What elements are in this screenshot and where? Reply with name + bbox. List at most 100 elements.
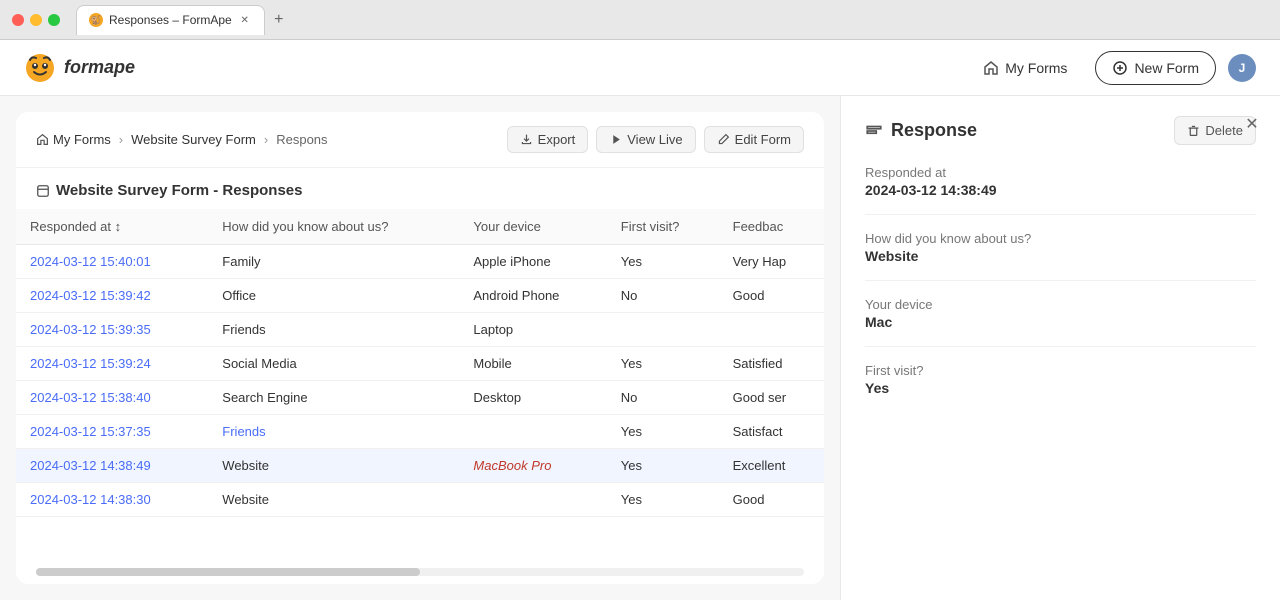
browser-tab[interactable]: 🐒 Responses – FormApe ✕	[76, 5, 265, 35]
view-live-icon	[609, 133, 622, 146]
first-visit-cell: Yes	[607, 347, 719, 381]
browser-chrome: 🐒 Responses – FormApe ✕ +	[0, 0, 1280, 40]
minimize-window-button[interactable]	[30, 14, 42, 26]
col-first-visit: First visit?	[607, 209, 719, 245]
export-icon	[520, 133, 533, 146]
new-tab-button[interactable]: +	[269, 10, 289, 30]
date-cell-link[interactable]: 2024-03-12 15:39:24	[30, 356, 151, 371]
date-cell-link[interactable]: 2024-03-12 15:38:40	[30, 390, 151, 405]
breadcrumb-bar: My Forms › Website Survey Form › Respons	[16, 112, 824, 168]
source-cell: Website	[208, 449, 459, 483]
table-row[interactable]: 2024-03-12 15:39:42OfficeAndroid PhoneNo…	[16, 279, 824, 313]
device-cell: Mobile	[459, 347, 606, 381]
divider-1	[865, 214, 1256, 215]
breadcrumb-sep-2: ›	[264, 132, 268, 147]
app: formape My Forms New Form J	[0, 40, 1280, 600]
device-value: Mac	[865, 314, 1256, 330]
source-cell: Social Media	[208, 347, 459, 381]
feedback-cell: Satisfact	[719, 415, 824, 449]
first-visit-field: First visit? Yes	[865, 363, 1256, 396]
date-cell-link[interactable]: 2024-03-12 15:39:42	[30, 288, 151, 303]
device-field: Your device Mac	[865, 297, 1256, 330]
breadcrumb-home-link[interactable]: My Forms	[36, 132, 111, 147]
device-cell: Laptop	[459, 313, 606, 347]
col-feedback: Feedbac	[719, 209, 824, 245]
left-panel: My Forms › Website Survey Form › Respons	[0, 96, 840, 600]
table-row[interactable]: 2024-03-12 14:38:30WebsiteYesGood	[16, 483, 824, 517]
first-visit-cell: No	[607, 279, 719, 313]
horizontal-scrollbar[interactable]	[36, 568, 804, 576]
feedback-cell: Good ser	[719, 381, 824, 415]
logo[interactable]: formape	[24, 52, 135, 84]
source-cell: Office	[208, 279, 459, 313]
table-row[interactable]: 2024-03-12 15:38:40 Search EngineDesktopN…	[16, 381, 824, 415]
breadcrumb-home-icon	[36, 133, 49, 146]
device-cell: Desktop	[459, 381, 606, 415]
main-content: My Forms › Website Survey Form › Respons	[0, 96, 1280, 600]
device-cell	[459, 483, 606, 517]
device-cell: Apple iPhone	[459, 245, 606, 279]
breadcrumb-form-link[interactable]: Website Survey Form	[131, 132, 256, 147]
close-panel-button[interactable]: ✕	[1240, 112, 1264, 136]
col-source: How did you know about us?	[208, 209, 459, 245]
tab-bar: 🐒 Responses – FormApe ✕ +	[76, 5, 1268, 35]
how-field: How did you know about us? Website	[865, 231, 1256, 264]
maximize-window-button[interactable]	[48, 14, 60, 26]
new-form-button[interactable]: New Form	[1095, 51, 1216, 85]
table-row[interactable]: 2024-03-12 15:40:01FamilyApple iPhoneYes…	[16, 245, 824, 279]
responses-table-container[interactable]: Responded at ↕ How did you know about us…	[16, 209, 824, 560]
first-visit-cell	[607, 313, 719, 347]
my-forms-button[interactable]: My Forms	[967, 52, 1083, 84]
first-visit-cell: No	[607, 381, 719, 415]
first-visit-cell: Yes	[607, 483, 719, 517]
divider-3	[865, 346, 1256, 347]
responses-table: Responded at ↕ How did you know about us…	[16, 209, 824, 517]
view-live-button[interactable]: View Live	[596, 126, 695, 153]
traffic-lights	[12, 14, 60, 26]
first-visit-value: Yes	[865, 380, 1256, 396]
tab-close-button[interactable]: ✕	[238, 13, 252, 27]
content-card: My Forms › Website Survey Form › Respons	[16, 112, 824, 584]
date-cell-link[interactable]: 2024-03-12 15:37:35	[30, 424, 151, 439]
breadcrumb-sep-1: ›	[119, 132, 123, 147]
edit-icon	[717, 133, 730, 146]
logo-icon	[24, 52, 56, 84]
feedback-cell: Satisfied	[719, 347, 824, 381]
source-cell: Search Engine	[208, 381, 459, 415]
breadcrumb-current: Respons	[276, 132, 327, 147]
breadcrumb-actions: Export View Live Edit Form	[507, 126, 804, 153]
table-row[interactable]: 2024-03-12 15:37:35FriendsYesSatisfact	[16, 415, 824, 449]
tab-title: Responses – FormApe	[109, 13, 232, 27]
source-cell: Friends	[208, 313, 459, 347]
col-device: Your device	[459, 209, 606, 245]
response-panel-header: Response Delete	[865, 116, 1256, 145]
response-icon	[865, 122, 883, 140]
how-label: How did you know about us?	[865, 231, 1256, 246]
home-icon	[983, 60, 999, 76]
export-button[interactable]: Export	[507, 126, 589, 153]
scrollbar-thumb[interactable]	[36, 568, 420, 576]
table-row[interactable]: 2024-03-12 15:39:24 Social MediaMobileYes…	[16, 347, 824, 381]
divider-2	[865, 280, 1256, 281]
feedback-cell	[719, 313, 824, 347]
col-date: Responded at ↕	[16, 209, 208, 245]
table-row[interactable]: 2024-03-12 14:38:49WebsiteMacBook ProYes…	[16, 449, 824, 483]
date-cell-link[interactable]: 2024-03-12 15:39:35	[30, 322, 151, 337]
date-cell-link[interactable]: 2024-03-12 14:38:49	[30, 458, 151, 473]
logo-text: formape	[64, 57, 135, 78]
table-title: Website Survey Form - Responses	[16, 168, 824, 209]
feedback-cell: Good	[719, 483, 824, 517]
table-title-icon	[36, 184, 50, 198]
table-header-row: Responded at ↕ How did you know about us…	[16, 209, 824, 245]
table-row[interactable]: 2024-03-12 15:39:35 FriendsLaptop	[16, 313, 824, 347]
feedback-cell: Very Hap	[719, 245, 824, 279]
avatar[interactable]: J	[1228, 54, 1256, 82]
responded-at-value: 2024-03-12 14:38:49	[865, 182, 1256, 198]
responded-at-field: Responded at 2024-03-12 14:38:49	[865, 165, 1256, 198]
date-cell-link[interactable]: 2024-03-12 15:40:01	[30, 254, 151, 269]
first-visit-label: First visit?	[865, 363, 1256, 378]
edit-form-button[interactable]: Edit Form	[704, 126, 804, 153]
close-window-button[interactable]	[12, 14, 24, 26]
device-label: Your device	[865, 297, 1256, 312]
date-cell-link[interactable]: 2024-03-12 14:38:30	[30, 492, 151, 507]
